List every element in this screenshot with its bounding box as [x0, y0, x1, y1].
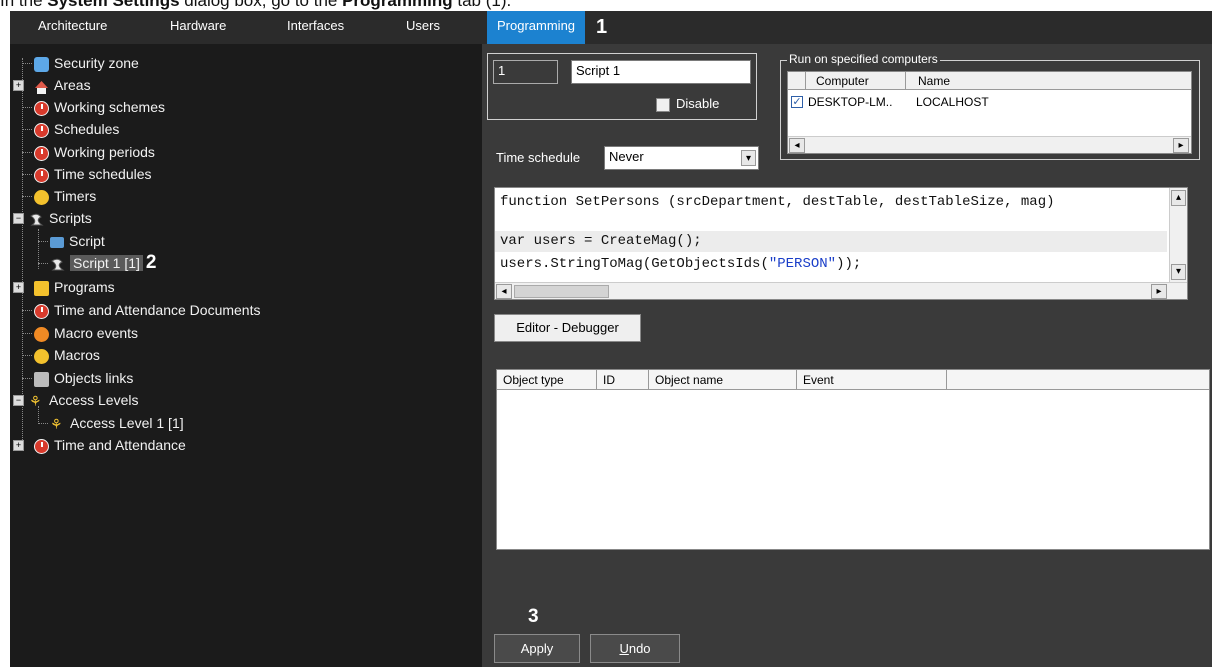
run-on-computers-label: Run on specified computers [787, 52, 940, 66]
clock-icon [34, 145, 49, 161]
script-id-group: 1 Script 1 Disable [487, 53, 757, 120]
tab-architecture[interactable]: Architecture [38, 11, 107, 44]
table-row[interactable]: ✓ DESKTOP-LM.. LOCALHOST [790, 93, 1190, 111]
chevron-down-icon[interactable]: ▾ [741, 150, 756, 166]
caption-tab-name: Programming [342, 0, 453, 10]
caption-dialog-name: System Settings [47, 0, 180, 10]
script-icon [29, 212, 44, 227]
link-icon [34, 371, 49, 387]
access-icon: ⚘ [29, 392, 42, 409]
house-icon [34, 79, 49, 94]
clock-icon [34, 100, 49, 116]
expand-icon[interactable]: + [13, 282, 24, 293]
scroll-right-icon[interactable]: ▸ [1173, 138, 1189, 153]
computers-table-header: Computer Name [788, 72, 1191, 90]
clock-icon [34, 438, 49, 454]
tab-users[interactable]: Users [406, 11, 440, 44]
column-object-type[interactable]: Object type [497, 370, 597, 390]
macro-event-icon [34, 326, 49, 342]
marker-3: 3 [528, 606, 539, 627]
disable-checkbox[interactable] [656, 98, 670, 112]
scroll-up-icon[interactable]: ▴ [1171, 190, 1186, 206]
undo-label-rest: ndo [628, 641, 651, 656]
programming-panel: 1 Script 1 Disable Run on specified comp… [482, 44, 1212, 667]
marker-2: 2 [145, 252, 157, 273]
column-id[interactable]: ID [597, 370, 649, 390]
caption-middle: dialog box, go to the [179, 0, 343, 10]
clock-icon [34, 122, 49, 138]
scroll-thumb[interactable] [514, 285, 609, 298]
tab-programming[interactable]: Programming [487, 11, 586, 44]
tab-hardware[interactable]: Hardware [170, 11, 226, 44]
programs-icon [34, 280, 49, 296]
clock-icon [34, 167, 49, 183]
script-id-field[interactable]: 1 [493, 60, 558, 84]
time-schedule-label: Time schedule [496, 150, 581, 165]
scroll-right-icon[interactable]: ▸ [1151, 284, 1167, 299]
tab-bar: Architecture Hardware Interfaces Users P… [10, 11, 1212, 44]
computers-hscrollbar[interactable]: ◂ ▸ [788, 136, 1191, 153]
code-line: function SetPersons (srcDepartment, dest… [500, 194, 1055, 210]
column-computer[interactable]: Computer [806, 72, 906, 90]
instruction-caption: In the System Settings dialog box, go to… [0, 0, 1214, 11]
events-table: Object type ID Object name Event [496, 369, 1210, 550]
caption-suffix: tab (1). [452, 0, 512, 10]
access-icon: ⚘ [50, 415, 63, 432]
computer-checkbox[interactable]: ✓ [791, 96, 803, 108]
undo-button[interactable]: Undo [590, 634, 680, 663]
script-icon [50, 257, 65, 272]
collapse-icon[interactable]: − [13, 213, 24, 224]
collapse-icon[interactable]: − [13, 395, 24, 406]
events-table-header: Object type ID Object name Event [497, 370, 1209, 390]
apply-button[interactable]: Apply [494, 634, 580, 663]
time-schedule-select[interactable]: Never ▾ [604, 146, 759, 170]
script-code-editor[interactable]: function SetPersons (srcDepartment, dest… [494, 187, 1188, 300]
scroll-left-icon[interactable]: ◂ [789, 138, 805, 153]
computer-cell: DESKTOP-LM.. [808, 95, 893, 109]
column-event[interactable]: Event [797, 370, 947, 390]
run-on-computers-group: Run on specified computers Computer Name… [780, 52, 1200, 160]
clock-icon [34, 303, 49, 319]
expand-icon[interactable]: + [13, 80, 24, 91]
marker-1: 1 [596, 16, 608, 38]
security-zone-icon [34, 56, 49, 72]
code-line: var users = CreateMag(); [500, 233, 702, 249]
code-vscrollbar[interactable]: ▴ ▾ [1169, 188, 1187, 282]
computers-table: Computer Name ✓ DESKTOP-LM.. LOCALHOST ◂… [787, 71, 1192, 154]
scroll-down-icon[interactable]: ▾ [1171, 264, 1186, 280]
settings-tree: Security zone + Areas Working schemes Sc… [10, 44, 482, 667]
macro-icon [34, 348, 49, 364]
disable-label: Disable [676, 96, 720, 111]
time-schedule-value: Never [609, 149, 644, 164]
tab-interfaces[interactable]: Interfaces [287, 11, 344, 44]
timer-icon [34, 189, 49, 205]
expand-icon[interactable]: + [13, 440, 24, 451]
column-name[interactable]: Name [906, 72, 1191, 90]
caption-prefix: In the [0, 0, 48, 10]
folder-icon [50, 236, 64, 248]
code-hscrollbar[interactable]: ◂ ▸ [495, 282, 1187, 299]
computer-name-cell: LOCALHOST [916, 95, 989, 109]
scroll-left-icon[interactable]: ◂ [496, 284, 512, 299]
editor-debugger-button[interactable]: Editor - Debugger [494, 314, 641, 342]
script-name-field[interactable]: Script 1 [571, 60, 751, 84]
code-line: users.StringToMag(GetObjectsIds("PERSON"… [500, 256, 862, 272]
column-object-name[interactable]: Object name [649, 370, 797, 390]
